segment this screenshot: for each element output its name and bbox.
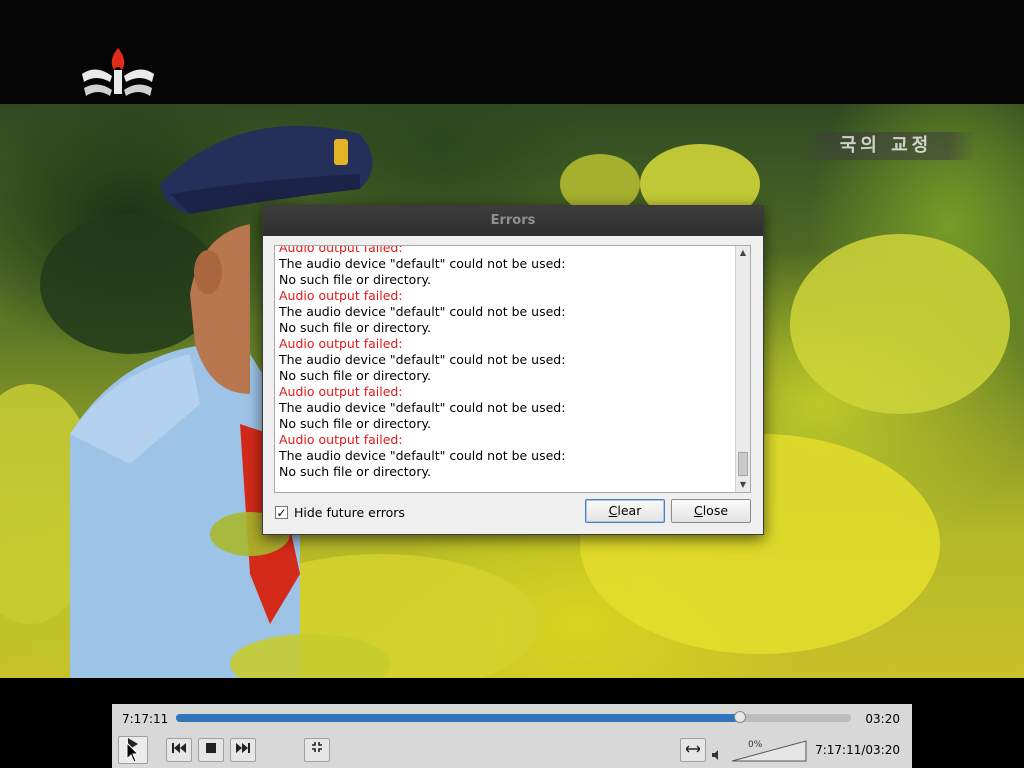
error-log-error-line: Audio output failed: — [279, 432, 403, 447]
scroll-thumb[interactable] — [738, 452, 748, 476]
seek-bar-fill — [176, 714, 740, 722]
time-display[interactable]: 7:17:11/03:20 — [815, 743, 900, 757]
error-log-message-line: The audio device "default" could not be … — [279, 352, 566, 367]
hide-future-errors-row[interactable]: ✓ Hide future errors — [275, 504, 405, 520]
hide-future-errors-label[interactable]: Hide future errors — [294, 505, 405, 520]
close-button[interactable]: Close — [671, 499, 751, 523]
fullscreen-button[interactable] — [304, 738, 330, 762]
error-log-message-line: No such file or directory. — [279, 416, 432, 431]
error-log-message-line: The audio device "default" could not be … — [279, 448, 566, 463]
seek-bar[interactable] — [176, 711, 851, 723]
total-duration[interactable]: 03:20 — [865, 712, 900, 726]
fullscreen-icon — [312, 742, 322, 752]
video-watermark: 국의 교정 — [796, 132, 976, 160]
seek-handle[interactable] — [733, 711, 746, 723]
error-log-error-line: Audio output failed: — [279, 384, 403, 399]
skip-next-icon — [236, 743, 250, 753]
volume-slider[interactable] — [732, 740, 808, 762]
error-log-error-line: Audio output failed: — [279, 245, 403, 255]
elapsed-time[interactable]: 7:17:11 — [122, 712, 168, 726]
error-log-lines: Audio output failed: The audio device "de… — [279, 245, 734, 480]
errors-dialog: Errors Audio output failed: The audio dev… — [262, 205, 764, 535]
dialog-title[interactable]: Errors — [263, 206, 763, 236]
stop-icon — [206, 743, 216, 753]
error-log-message-line: The audio device "default" could not be … — [279, 400, 566, 415]
speaker-icon[interactable] — [712, 750, 722, 760]
error-log-message-line: No such file or directory. — [279, 272, 432, 287]
scroll-up-arrow-icon[interactable]: ▲ — [736, 246, 750, 260]
error-log-message-line: No such file or directory. — [279, 464, 432, 479]
error-log[interactable]: Audio output failed: The audio device "de… — [274, 245, 751, 493]
hide-future-errors-checkbox[interactable]: ✓ — [275, 505, 288, 519]
error-log-message-line: The audio device "default" could not be … — [279, 256, 566, 271]
stop-button[interactable] — [198, 738, 224, 762]
mouse-cursor-icon — [126, 742, 140, 763]
extended-settings-icon — [685, 745, 701, 753]
close-button-label: lose — [702, 503, 729, 518]
error-log-scrollbar[interactable]: ▲ ▼ — [735, 246, 750, 492]
error-log-message-line: No such file or directory. — [279, 320, 432, 335]
previous-button[interactable] — [166, 738, 192, 762]
close-button-mnemonic: C — [693, 503, 703, 518]
error-log-error-line: Audio output failed: — [279, 288, 403, 303]
skip-previous-icon — [172, 743, 186, 753]
extended-settings-button[interactable] — [680, 738, 706, 762]
error-log-error-line: Audio output failed: — [279, 336, 403, 351]
next-button[interactable] — [230, 738, 256, 762]
error-log-message-line: The audio device "default" could not be … — [279, 304, 566, 319]
torch-emblem-icon — [82, 48, 154, 96]
clear-button-label: lear — [617, 503, 642, 518]
error-log-message-line: No such file or directory. — [279, 368, 432, 383]
volume-percent: 0% — [748, 740, 763, 750]
scroll-down-arrow-icon[interactable]: ▼ — [736, 478, 750, 492]
player-controller: 7:17:11 03:20 0% 7:17:11/03:20 — [112, 704, 912, 768]
clear-button[interactable]: Clear — [585, 499, 665, 523]
